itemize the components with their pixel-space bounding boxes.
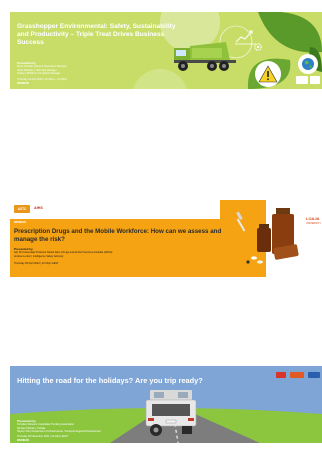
webinar-card-prescription[interactable]: ASTC AfHS WEBINAR LOAJA UNIVERSITY Presc… bbox=[10, 200, 322, 277]
presenter-item: Ashley | QHSE & Compliance Manager bbox=[17, 72, 61, 75]
presenter-item: Hayley Hall | Department of Infrastructu… bbox=[17, 430, 101, 433]
side-note: UNIVERSITY bbox=[306, 222, 322, 225]
webinar-tag: WEBINAR bbox=[17, 439, 29, 442]
astc-logo: ASTC bbox=[14, 205, 30, 213]
presenter-item: Adj. Prof Associate Professor Daniel All… bbox=[14, 251, 113, 254]
partner-logo bbox=[296, 76, 308, 84]
partner-logo-3 bbox=[308, 372, 320, 378]
webinar-card-holidays[interactable]: Hitting the road for the holidays? Are y… bbox=[10, 366, 322, 443]
webinar-tag: WEBINAR bbox=[17, 82, 29, 85]
presenter-item: Andrew Lenton | Intelligence Safety Advi… bbox=[14, 255, 64, 258]
webinar-title: Prescription Drugs and the Mobile Workfo… bbox=[14, 228, 222, 243]
webinar-datetime: Thursday 18 November 2021 | 12:15pm AEST bbox=[17, 435, 69, 438]
webinar-card-grasshopper[interactable]: Grasshopper Environmental: Safety, Susta… bbox=[10, 12, 322, 89]
partner-logo bbox=[276, 372, 286, 378]
warning-icon bbox=[258, 65, 278, 83]
webinar-title: Hitting the road for the holidays? Are y… bbox=[17, 376, 203, 385]
side-logo: LOAJA bbox=[306, 216, 320, 221]
webinar-datetime: Thursday 28 April 2022 | 12:15pm AEST bbox=[14, 262, 59, 265]
partner-logo-2 bbox=[310, 76, 320, 84]
webinar-title: Grasshopper Environmental: Safety, Susta… bbox=[17, 23, 176, 46]
globe-icon bbox=[302, 58, 314, 70]
medicine-bottles-illustration bbox=[236, 208, 299, 264]
partner-logo-2 bbox=[290, 372, 304, 378]
afhs-logo: AfHS bbox=[34, 206, 43, 210]
gear-icon bbox=[254, 43, 262, 51]
webinar-datetime: Thursday 14 April 2022 | 12:15pm – 12:45… bbox=[17, 78, 67, 81]
webinar-label: WEBINAR bbox=[14, 221, 26, 224]
